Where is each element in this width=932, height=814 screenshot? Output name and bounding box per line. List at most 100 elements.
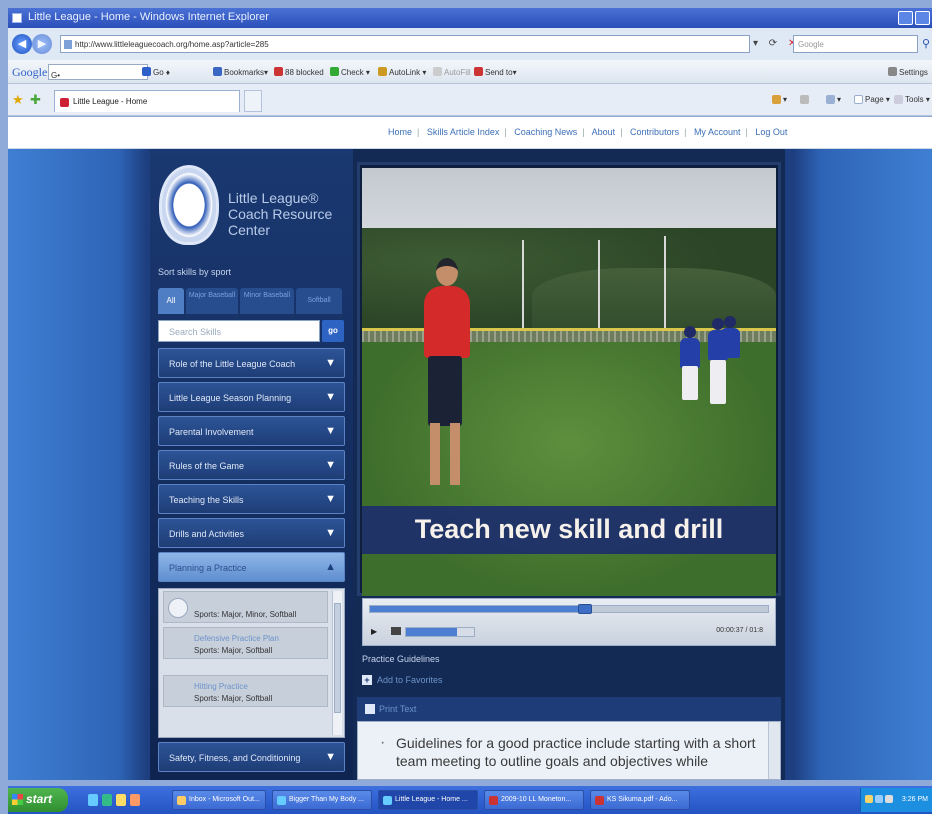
maximize-button[interactable] [915,11,930,25]
sport-tab-minor-baseball[interactable]: Minor Baseball [240,288,294,314]
url-input[interactable]: http://www.littleleaguecoach.org/home.as… [60,35,750,53]
add-favorites-icon[interactable]: ✚ [30,92,41,108]
tools-menu[interactable]: Tools ▾ [894,95,930,104]
check-button[interactable]: Check ▾ [330,67,370,77]
menu-label: Drills and Activities [169,529,245,539]
video-progress-handle[interactable] [578,604,592,614]
menu-drills-and-activities[interactable]: Drills and Activities ▼ [158,518,345,548]
article-scrollbar[interactable] [768,722,780,779]
coach-figure [424,286,470,358]
back-button[interactable]: ◀ [12,34,32,54]
tab-favicon [60,98,69,107]
tray-icon[interactable] [865,795,873,803]
window-title: Little League - Home - Windows Internet … [28,11,269,23]
menu-role-of-coach[interactable]: Role of the Little League Coach ▼ [158,348,345,378]
quicklaunch-icon[interactable] [130,794,140,806]
menu-label: Parental Involvement [169,427,254,437]
taskbar-item-outlook[interactable]: Inbox - Microsoft Out... [172,790,266,810]
google-go-button[interactable]: Go ♦ [142,67,170,77]
taskbar-item-ie[interactable]: Bigger Than My Body ... [272,790,372,810]
start-button[interactable]: start [8,788,68,812]
clock: 3:26 PM [901,796,928,803]
nav-contributors-link[interactable]: Contributors [630,127,679,137]
menu-season-planning[interactable]: Little League Season Planning ▼ [158,382,345,412]
taskbar-item-little-league[interactable]: Little League - Home ... [378,790,478,810]
volume-slider[interactable] [405,627,475,637]
bullet-icon: · [380,734,386,751]
printer-icon[interactable] [365,704,375,714]
favorites-star-icon[interactable]: ★ [12,92,24,108]
google-search-input[interactable]: G• [48,64,148,80]
add-favorites-plus-icon[interactable]: + [362,675,372,685]
minimize-button[interactable] [898,11,913,25]
start-label: start [26,792,53,806]
send-to-button[interactable]: Send to▾ [474,67,517,77]
window-title-bar[interactable]: Little League - Home - Windows Internet … [8,8,932,28]
scroll-thumb[interactable] [334,603,341,713]
autolink-button[interactable]: AutoLink ▾ [378,67,426,77]
windows-taskbar: start Inbox - Microsoft Out... Bigger Th… [8,786,932,814]
little-league-logo[interactable] [159,165,219,245]
nav-home-link[interactable]: Home [388,127,412,137]
ie-app-icon [12,13,22,23]
nav-skills-index-link[interactable]: Skills Article Index [427,127,500,137]
tray-icon[interactable] [875,795,883,803]
list-item[interactable]: Sports: Major, Minor, Softball [163,591,328,623]
sport-tab-softball[interactable]: Softball [296,288,342,314]
sport-tab-all[interactable]: All [158,288,184,314]
menu-planning-a-practice[interactable]: Planning a Practice ▲ [158,552,345,582]
page-menu[interactable]: Page ▾ [854,95,890,104]
video-progress-bar[interactable] [369,604,769,614]
settings-button[interactable]: Settings [888,67,928,77]
tab-little-league-home[interactable]: Little League - Home [54,90,240,112]
address-toolbar: ◀ ▶ http://www.littleleaguecoach.org/hom… [8,28,932,60]
new-tab-button[interactable] [244,90,262,112]
menu-parental-involvement[interactable]: Parental Involvement ▼ [158,416,345,446]
quicklaunch-icon[interactable] [88,794,98,806]
bookmarks-button[interactable]: Bookmarks▾ [213,67,268,77]
volume-fill [406,628,457,636]
submenu-scrollbar[interactable] [332,591,342,735]
search-input[interactable]: Google [793,35,918,53]
item-sports: Sports: Major, Minor, Softball [194,610,297,619]
taskbar-item-pdf[interactable]: 2009-10 LL Moneton... [484,790,584,810]
planning-submenu-list: Sports: Major, Minor, Softball Defensive… [158,588,345,738]
item-title: Defensive Practice Plan [194,634,279,643]
video-player[interactable]: Teach new skill and drill [362,168,776,596]
site-logo-text[interactable]: Little League® Coach Resource Center [228,190,338,238]
add-to-favorites-link[interactable]: Add to Favorites [377,675,443,685]
volume-icon[interactable] [391,627,401,635]
flagpole [522,240,524,340]
play-icon[interactable]: ▶ [371,627,377,636]
list-item[interactable]: Defensive Practice Plan Sports: Major, S… [163,627,328,659]
feeds-icon[interactable] [800,95,811,104]
popup-blocked-button[interactable]: 88 blocked [274,67,324,77]
menu-label: Teaching the Skills [169,495,244,505]
nav-about-link[interactable]: About [592,127,616,137]
url-text: http://www.littleleaguecoach.org/home.as… [75,40,269,49]
skill-search-input[interactable]: Search Skills [158,320,320,342]
home-icon[interactable]: ▾ [772,95,787,104]
autofill-button[interactable]: AutoFill [433,67,471,77]
nav-my-account-link[interactable]: My Account [694,127,741,137]
menu-rules-of-the-game[interactable]: Rules of the Game ▼ [158,450,345,480]
print-text-link[interactable]: Print Text [379,704,416,714]
tray-icon[interactable] [885,795,893,803]
nav-log-out-link[interactable]: Log Out [755,127,787,137]
site-nav-links: Home | Skills Article Index | Coaching New… [388,127,788,137]
forward-button[interactable]: ▶ [32,34,52,54]
list-item[interactable]: Hitting Practice Sports: Major, Softball [163,675,328,707]
chevron-down-icon: ▼ [325,425,336,437]
search-go-button[interactable]: go [322,320,344,342]
menu-safety-fitness[interactable]: Safety, Fitness, and Conditioning ▼ [158,742,345,772]
sport-tab-major-baseball[interactable]: Major Baseball [186,288,238,314]
nav-coaching-news-link[interactable]: Coaching News [514,127,577,137]
quicklaunch-icon[interactable] [116,794,126,806]
menu-teaching-the-skills[interactable]: Teaching the Skills ▼ [158,484,345,514]
search-icon[interactable]: ⚲ [922,37,930,50]
taskbar-item-adobe[interactable]: KS Sikuma.pdf - Ado... [590,790,690,810]
print-bar: Print Text [357,697,781,721]
print-icon[interactable]: ▾ [826,95,841,104]
quicklaunch-icon[interactable] [102,794,112,806]
tab-label: Little League - Home [73,97,148,106]
